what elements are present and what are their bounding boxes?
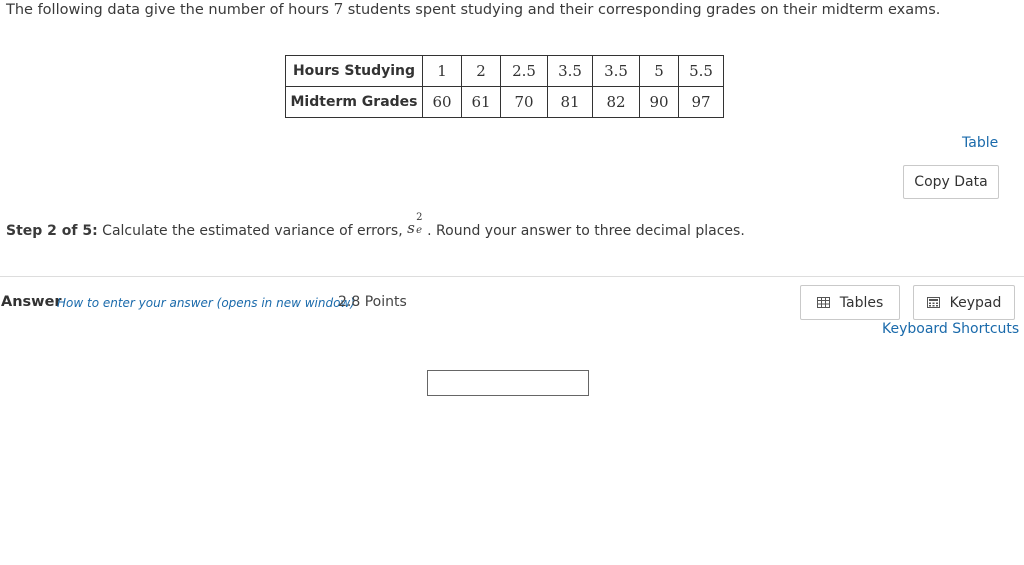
keyboard-shortcuts-link[interactable]: Keyboard Shortcuts: [882, 321, 1019, 337]
table-cell: 5.5: [678, 55, 724, 87]
tables-button-label: Tables: [839, 294, 884, 311]
answer-label: Answer: [1, 294, 62, 310]
table-cell: 90: [639, 86, 679, 118]
section-divider: [0, 276, 1024, 277]
prompt-text-before: The following data give the number of ho…: [6, 2, 334, 18]
step-text-after: . Round your answer to three decimal pla…: [427, 223, 745, 239]
table-row-header: Hours Studying: [285, 55, 423, 87]
table-cell: 3.5: [592, 55, 640, 87]
copy-data-button[interactable]: Copy Data: [903, 165, 999, 199]
prompt-student-count: 7: [333, 0, 344, 18]
table-cell: 1: [422, 55, 462, 87]
variance-symbol-sup: 2: [416, 212, 423, 223]
table-cell: 97: [678, 86, 724, 118]
table-cell: 2.5: [500, 55, 548, 87]
question-prompt: The following data give the number of ho…: [6, 0, 940, 18]
step-label: Step 2 of 5:: [6, 223, 98, 239]
table-row-header: Midterm Grades: [285, 86, 423, 118]
table-cell: 61: [461, 86, 501, 118]
table-cell: 82: [592, 86, 640, 118]
how-to-enter-answer-link[interactable]: How to enter your answer (opens in new w…: [57, 296, 355, 310]
answer-input[interactable]: [427, 370, 589, 396]
prompt-text-after: students spent studying and their corres…: [343, 2, 941, 18]
table-link[interactable]: Table: [962, 135, 998, 151]
keypad-button[interactable]: Keypad: [913, 285, 1015, 320]
table-cell: 70: [500, 86, 548, 118]
table-cell: 2: [461, 55, 501, 87]
variance-symbol-base: s: [407, 219, 415, 237]
variance-symbol-sub: e: [416, 225, 423, 236]
table-row: Midterm Grades 60 61 70 81 82 90 97: [285, 86, 724, 118]
points-value: 2.8 Points: [338, 294, 407, 310]
grid-table-icon: [816, 297, 830, 308]
calculator-icon: [926, 297, 940, 308]
step-instruction: Step 2 of 5: Calculate the estimated var…: [6, 212, 745, 239]
tables-button[interactable]: Tables: [800, 285, 900, 320]
table-cell: 5: [639, 55, 679, 87]
step-text-before: Calculate the estimated variance of erro…: [97, 223, 408, 239]
table-cell: 60: [422, 86, 462, 118]
keypad-button-label: Keypad: [949, 294, 1002, 311]
variance-symbol: s2 e: [407, 212, 427, 237]
table-cell: 3.5: [547, 55, 593, 87]
table-row: Hours Studying 1 2 2.5 3.5 3.5 5 5.5: [285, 55, 724, 87]
data-table: Hours Studying 1 2 2.5 3.5 3.5 5 5.5 Midterm Gra…: [285, 55, 724, 118]
table-cell: 81: [547, 86, 593, 118]
